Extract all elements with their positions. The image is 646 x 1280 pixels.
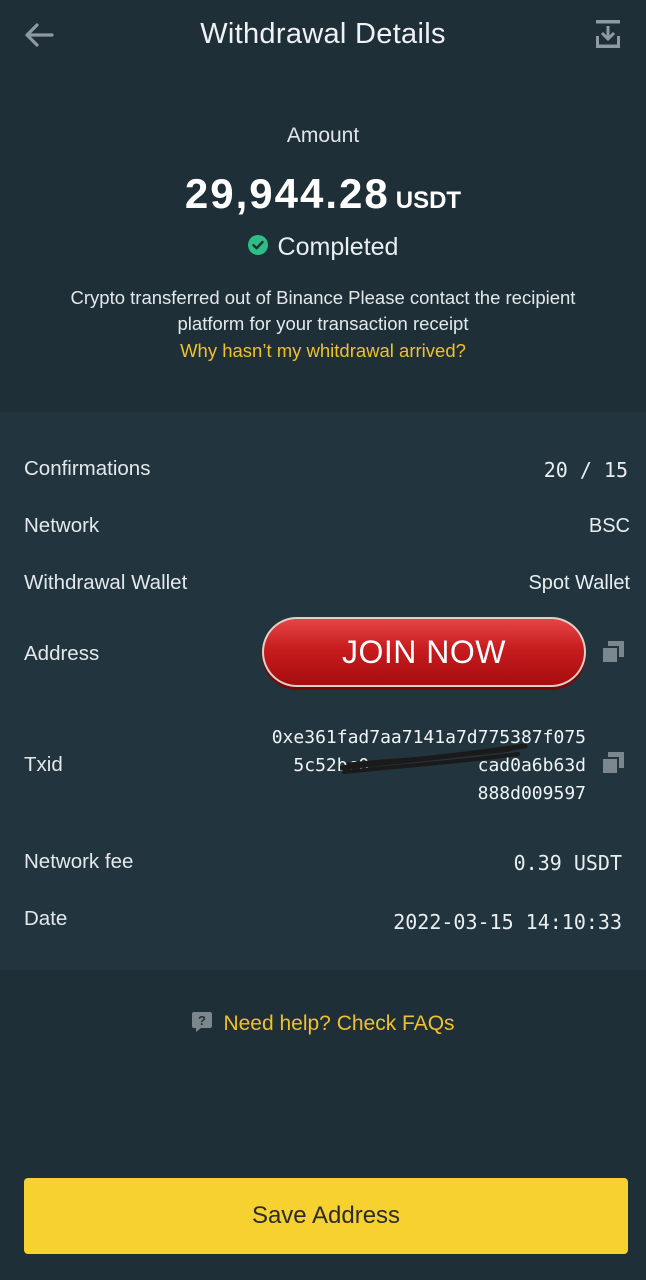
check-circle-icon: [247, 235, 268, 256]
join-now-button[interactable]: JOIN NOW: [262, 617, 586, 687]
redaction-scribble: [340, 743, 528, 774]
wallet-label: Withdrawal Wallet: [24, 571, 188, 594]
fee-label: Network fee: [24, 850, 134, 873]
txid-line-3: 888d009597: [477, 783, 586, 804]
confirmations-label: Confirmations: [24, 457, 151, 480]
page-title: Withdrawal Details: [200, 18, 446, 50]
question-icon: ?: [192, 1012, 213, 1033]
details-panel: [0, 412, 646, 970]
help-faq-link[interactable]: ? Need help? Check FAQs: [0, 1012, 646, 1036]
amount-value: 29,944.28: [184, 170, 390, 217]
network-value: BSC: [588, 515, 630, 537]
svg-text:?: ?: [198, 1013, 206, 1028]
network-label: Network: [24, 514, 100, 537]
download-icon[interactable]: [594, 18, 622, 50]
amount-unit: USDT: [395, 187, 462, 214]
copy-txid-icon[interactable]: [601, 751, 625, 775]
amount-row: 29,944.28 USDT: [0, 170, 646, 218]
header-bar: Withdrawal Details: [0, 0, 646, 72]
why-not-arrived-link[interactable]: Why hasn’t my whitdrawal arrived?: [0, 340, 646, 362]
confirmations-value: 20 / 15: [543, 458, 628, 482]
wallet-value: Spot Wallet: [528, 572, 630, 594]
address-label: Address: [24, 642, 100, 665]
notice-text: Crypto transferred out of Binance Please…: [70, 287, 576, 334]
txid-label: Txid: [24, 753, 63, 776]
status-row: Completed: [0, 233, 646, 262]
status-text: Completed: [277, 233, 399, 261]
save-address-button[interactable]: Save Address: [24, 1178, 628, 1254]
copy-address-icon[interactable]: [601, 640, 625, 664]
fee-value: 0.39 USDT: [513, 851, 622, 875]
help-faq-label: Need help? Check FAQs: [223, 1012, 455, 1035]
amount-label: Amount: [286, 124, 360, 147]
date-value: 2022-03-15 14:10:33: [393, 910, 622, 934]
date-label: Date: [24, 907, 68, 930]
